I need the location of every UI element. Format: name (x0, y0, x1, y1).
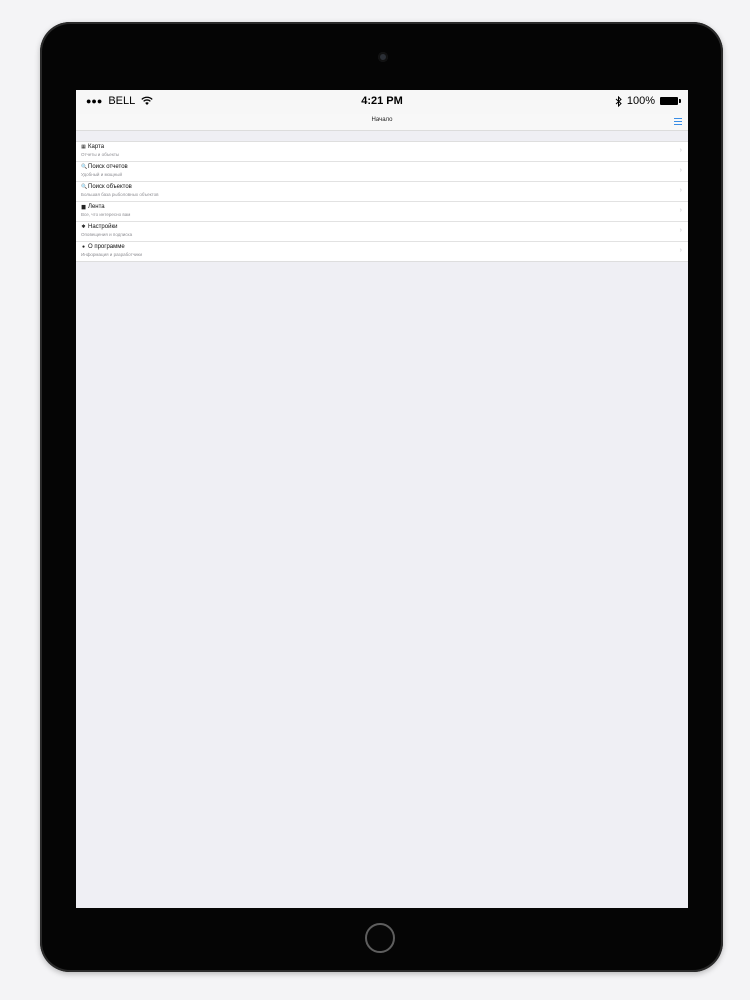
menu-item-subtitle: Удобный и мощный (81, 172, 122, 177)
bluetooth-icon (615, 95, 622, 107)
menu-item-subtitle: Отчеты и объекты (81, 152, 120, 157)
page-title: Начало (371, 117, 393, 123)
search-icon: 🔍 (81, 164, 88, 170)
chevron-right-icon: › (679, 247, 682, 254)
battery-icon (660, 97, 681, 105)
home-button[interactable] (365, 923, 395, 953)
menu-item-subtitle: Оповещения и подписка (81, 232, 133, 237)
battery-percent: 100% (626, 95, 655, 107)
menu-item-title-row: 🔍 Поиск объектов (81, 184, 132, 190)
menu-item-title-row: ● О программе (81, 244, 125, 250)
chevron-right-icon: › (679, 207, 682, 214)
search-icon: 🔍 (81, 184, 88, 190)
menu-item-title: Лента (88, 204, 105, 210)
menu-item-feed[interactable]: ▆ Лента Все, что интересно вам › (76, 202, 688, 222)
chevron-right-icon: › (679, 227, 682, 234)
chevron-right-icon: › (679, 187, 682, 194)
menu-item-subtitle: Большая база рыболовных объектов (81, 192, 159, 197)
menu-item-title-row: 🔍 Поиск отчетов (81, 164, 128, 170)
status-time: 4:21 PM (361, 95, 403, 107)
menu-item-title: Поиск объектов (88, 184, 132, 190)
map-icon: ▦ (81, 144, 86, 150)
menu-item-title-row: ▦ Карта (81, 144, 104, 150)
menu-item-search-objects[interactable]: 🔍 Поиск объектов Большая база рыболовных… (76, 182, 688, 202)
menu-item-title-row: ▆ Лента (81, 204, 105, 210)
menu-item-search-reports[interactable]: 🔍 Поиск отчетов Удобный и мощный › (76, 162, 688, 182)
menu-item-title-row: ✱ Настройки (81, 224, 117, 230)
menu-item-title: Настройки (88, 224, 118, 230)
navigation-bar: Начало (76, 114, 688, 131)
menu-icon[interactable] (674, 118, 682, 125)
camera (378, 52, 388, 62)
chevron-right-icon: › (679, 167, 682, 174)
menu-item-title: О программе (88, 244, 125, 250)
status-bar: ●●● BELL 4:21 PM 100% (76, 90, 688, 114)
feed-icon: ▆ (81, 204, 86, 210)
menu-item-subtitle: Все, что интересно вам (81, 212, 131, 217)
tablet-frame: ●●● BELL 4:21 PM 100% Начало ▦ Карта Отч… (40, 22, 723, 972)
menu-item-subtitle: Информация и разработчики (81, 252, 142, 257)
status-right: 100% (615, 95, 681, 107)
settings-icon: ✱ (81, 224, 86, 230)
menu-item-title: Поиск отчетов (88, 164, 128, 170)
chevron-right-icon: › (679, 147, 682, 154)
menu-list: ▦ Карта Отчеты и объекты › 🔍 Поиск отчет… (76, 141, 688, 262)
menu-item-map[interactable]: ▦ Карта Отчеты и объекты › (76, 142, 688, 162)
screen: ●●● BELL 4:21 PM 100% Начало ▦ Карта Отч… (76, 90, 688, 908)
menu-item-title: Карта (88, 144, 105, 150)
menu-item-settings[interactable]: ✱ Настройки Оповещения и подписка › (76, 222, 688, 242)
info-icon: ● (81, 244, 86, 250)
menu-item-about[interactable]: ● О программе Информация и разработчики … (76, 242, 688, 261)
